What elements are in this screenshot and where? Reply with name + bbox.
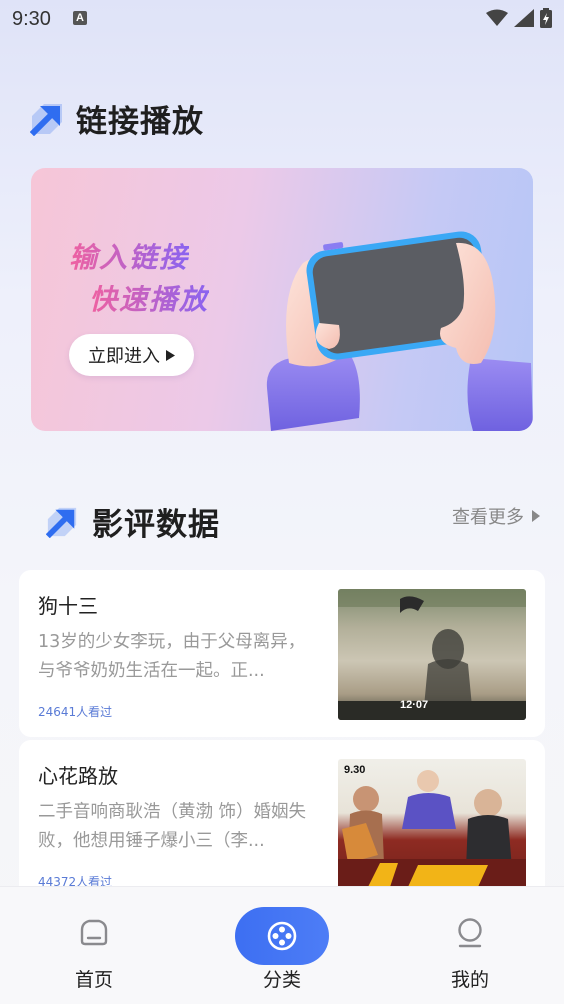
status-icons <box>486 8 552 28</box>
status-bar: 9:30 A <box>0 0 564 40</box>
link-play-banner[interactable]: 输入链接 快速播放 立即进入 <box>31 168 533 431</box>
hands-holding-phone-illustration <box>266 231 533 431</box>
movie-description: 13岁的少女李玩，由于父母离异，与爷爷奶奶生活在一起。正... <box>38 632 306 681</box>
see-more-link[interactable]: 查看更多 <box>452 503 540 529</box>
movie-card[interactable]: 心花路放 二手音响商耿浩（黄渤 饰）婚姻失败，他想用锤子爆小三（李... 443… <box>19 740 545 910</box>
bottom-tab-bar: 首页 分类 我的 <box>0 886 564 1004</box>
arrow-up-right-icon <box>46 507 77 538</box>
film-reel-icon <box>267 921 297 951</box>
see-more-label: 查看更多 <box>452 507 524 528</box>
chevron-right-icon <box>532 510 540 522</box>
movie-poster: 12·07 <box>338 589 526 720</box>
home-icon <box>80 919 108 946</box>
signal-icon <box>514 9 534 27</box>
tab-label: 首页 <box>74 969 113 991</box>
link-play-header: 链接播放 <box>30 96 204 141</box>
wifi-icon <box>486 9 508 26</box>
profile-icon <box>458 918 482 948</box>
banner-subheadline: 快速播放 <box>89 278 209 318</box>
poster-date: 9.30 <box>344 764 365 776</box>
arrow-up-right-icon <box>30 103 62 136</box>
tab-label: 分类 <box>262 969 301 991</box>
battery-icon <box>540 8 552 28</box>
movie-title: 狗十三 <box>38 594 98 618</box>
section-title: 链接播放 <box>76 104 204 140</box>
tab-label: 我的 <box>450 969 489 991</box>
tab-home[interactable]: 首页 <box>0 887 188 1004</box>
movie-poster: 9.30 <box>338 759 526 894</box>
banner-headline: 输入链接 <box>69 236 189 276</box>
movie-card[interactable]: 狗十三 13岁的少女李玩，由于父母离异，与爷爷奶奶生活在一起。正... 2464… <box>19 570 545 737</box>
review-data-header: 影评数据 <box>46 499 220 544</box>
poster-date: 12·07 <box>400 699 428 711</box>
tab-profile[interactable]: 我的 <box>376 887 564 1004</box>
section-title: 影评数据 <box>92 507 220 543</box>
enter-button-label: 立即进入 <box>88 346 160 367</box>
play-triangle-icon <box>166 349 175 361</box>
status-time: 9:30 <box>12 8 51 30</box>
movie-description: 二手音响商耿浩（黄渤 饰）婚姻失败，他想用锤子爆小三（李... <box>38 802 307 851</box>
tab-category[interactable]: 分类 <box>188 887 376 1004</box>
movie-title: 心花路放 <box>38 764 118 788</box>
view-count: 24641人看过 <box>38 705 113 719</box>
notification-icon: A <box>73 11 87 25</box>
enter-button[interactable]: 立即进入 <box>69 334 194 376</box>
